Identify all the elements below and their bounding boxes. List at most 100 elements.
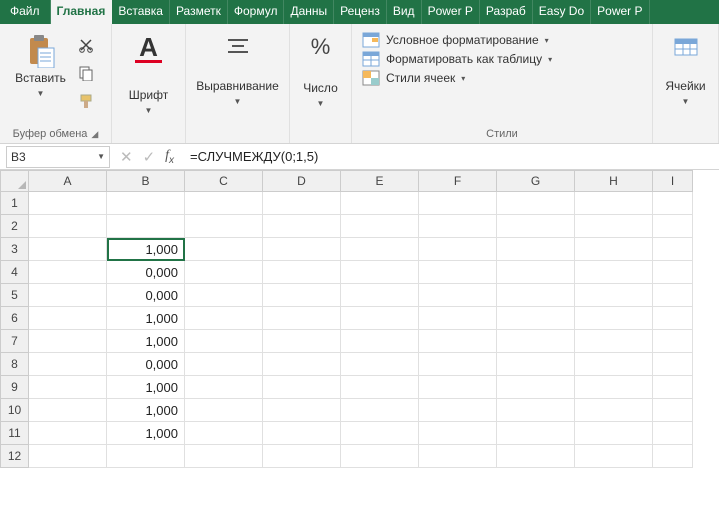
row-header[interactable]: 2 [1, 215, 29, 238]
cell[interactable] [497, 238, 575, 261]
number-button[interactable]: % Число ▼ [296, 30, 346, 112]
cell[interactable] [419, 330, 497, 353]
tab-power-pivot-2[interactable]: Power P [591, 0, 649, 24]
cell[interactable] [653, 376, 693, 399]
row-header[interactable]: 9 [1, 376, 29, 399]
row-header[interactable]: 4 [1, 261, 29, 284]
cell[interactable] [341, 353, 419, 376]
cell[interactable] [341, 261, 419, 284]
cell[interactable] [185, 422, 263, 445]
clipboard-dialog-launcher[interactable]: ◢ [91, 129, 98, 140]
cell[interactable] [653, 422, 693, 445]
cell[interactable] [575, 422, 653, 445]
column-header[interactable]: F [419, 171, 497, 192]
tab-easy-do[interactable]: Easy Do [533, 0, 591, 24]
cell[interactable] [185, 284, 263, 307]
cell[interactable] [185, 261, 263, 284]
column-header[interactable]: E [341, 171, 419, 192]
cell[interactable] [419, 353, 497, 376]
tab-data[interactable]: Данны [284, 0, 334, 24]
tab-formulas[interactable]: Формул [228, 0, 285, 24]
cell[interactable] [341, 376, 419, 399]
tab-page-layout[interactable]: Разметк [170, 0, 228, 24]
cell[interactable] [185, 238, 263, 261]
cell[interactable] [575, 284, 653, 307]
row-header[interactable]: 1 [1, 192, 29, 215]
cell[interactable]: 1,000 [107, 330, 185, 353]
cell[interactable] [263, 376, 341, 399]
cell[interactable] [185, 307, 263, 330]
cell[interactable] [575, 330, 653, 353]
cell[interactable] [497, 330, 575, 353]
row-header[interactable]: 5 [1, 284, 29, 307]
column-header[interactable]: B [107, 171, 185, 192]
row-header[interactable]: 10 [1, 399, 29, 422]
cell[interactable] [653, 399, 693, 422]
cell[interactable] [29, 307, 107, 330]
tab-power-pivot-1[interactable]: Power P [422, 0, 480, 24]
cell[interactable] [29, 399, 107, 422]
column-header[interactable]: C [185, 171, 263, 192]
cell[interactable] [29, 261, 107, 284]
tab-review[interactable]: Реценз [334, 0, 387, 24]
row-header[interactable]: 6 [1, 307, 29, 330]
cell[interactable]: 1,000 [107, 238, 185, 261]
row-header[interactable]: 12 [1, 445, 29, 468]
cell[interactable] [263, 238, 341, 261]
cell[interactable] [653, 307, 693, 330]
cell[interactable]: 1,000 [107, 399, 185, 422]
column-header[interactable]: G [497, 171, 575, 192]
insert-function-button[interactable]: fx [165, 148, 174, 166]
cell[interactable] [653, 215, 693, 238]
cell[interactable] [185, 376, 263, 399]
cell[interactable] [185, 445, 263, 468]
cell[interactable] [263, 445, 341, 468]
cell[interactable] [263, 330, 341, 353]
cell[interactable] [575, 238, 653, 261]
column-header[interactable]: A [29, 171, 107, 192]
cell[interactable] [107, 445, 185, 468]
cell[interactable] [185, 330, 263, 353]
cell[interactable] [263, 353, 341, 376]
cut-button[interactable] [75, 34, 97, 56]
cell[interactable] [575, 261, 653, 284]
cell[interactable] [653, 192, 693, 215]
cell[interactable] [653, 284, 693, 307]
cell[interactable]: 0,000 [107, 261, 185, 284]
cell[interactable] [185, 399, 263, 422]
cell[interactable] [341, 330, 419, 353]
cell[interactable] [107, 192, 185, 215]
worksheet-grid[interactable]: ABCDEFGHI1231,00040,00050,00061,00071,00… [0, 170, 719, 521]
cell[interactable] [497, 215, 575, 238]
cell[interactable] [653, 353, 693, 376]
cell[interactable] [263, 261, 341, 284]
tab-view[interactable]: Вид [387, 0, 422, 24]
format-painter-button[interactable] [75, 90, 97, 112]
cell[interactable] [341, 215, 419, 238]
cell[interactable] [341, 238, 419, 261]
cell[interactable] [419, 399, 497, 422]
cell[interactable] [263, 192, 341, 215]
cell[interactable] [263, 284, 341, 307]
cell[interactable] [497, 192, 575, 215]
cell[interactable] [497, 284, 575, 307]
cell[interactable] [29, 422, 107, 445]
name-box[interactable]: B3 ▼ [6, 146, 110, 168]
cell[interactable] [575, 399, 653, 422]
column-header[interactable]: I [653, 171, 693, 192]
cell[interactable] [29, 238, 107, 261]
row-header[interactable]: 7 [1, 330, 29, 353]
cell[interactable] [29, 445, 107, 468]
cell-styles-button[interactable]: Стили ячеек ▾ [362, 70, 465, 86]
cells-button[interactable]: Ячейки ▼ [659, 30, 713, 110]
row-header[interactable]: 8 [1, 353, 29, 376]
cell[interactable] [497, 376, 575, 399]
cell[interactable] [575, 307, 653, 330]
cell[interactable] [575, 192, 653, 215]
cell[interactable] [29, 353, 107, 376]
cell[interactable] [341, 307, 419, 330]
format-as-table-button[interactable]: Форматировать как таблицу ▾ [362, 51, 552, 67]
cell[interactable] [419, 307, 497, 330]
cell[interactable] [29, 330, 107, 353]
cell[interactable] [185, 192, 263, 215]
